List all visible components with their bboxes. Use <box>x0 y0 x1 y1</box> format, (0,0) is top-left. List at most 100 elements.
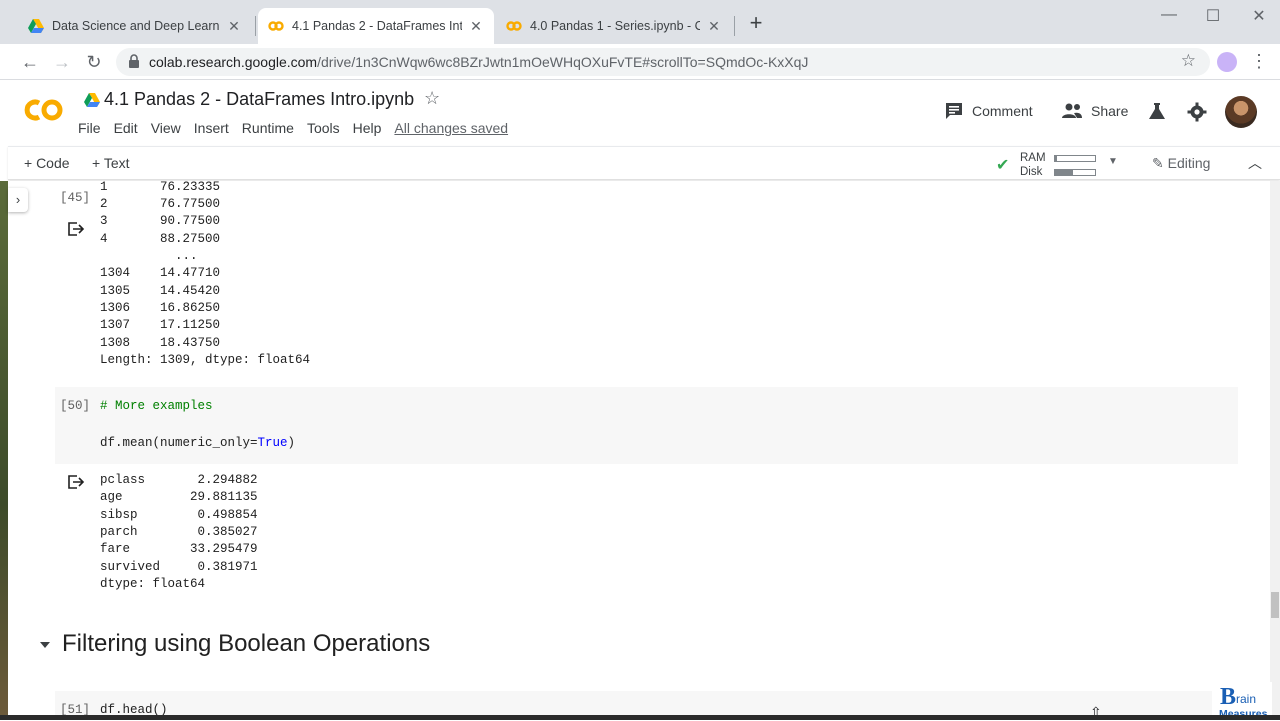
output-line: Length: 1309, dtype: float64 <box>100 353 311 367</box>
code-line[interactable]: df.mean(numeric_only=True) <box>100 436 295 450</box>
output-line: 1305 14.45420 <box>100 284 221 298</box>
url-path: /drive/1n3CnWqw6wc8BZrJwtn1mOeWHqOXuFvTE… <box>317 54 809 70</box>
comment-button[interactable]: Comment <box>944 101 1033 121</box>
menu-view[interactable]: View <box>151 120 181 136</box>
code-keyword: True <box>257 436 288 450</box>
ram-bar <box>1054 155 1096 162</box>
code-text: ) <box>287 436 296 450</box>
editing-label: Editing <box>1167 155 1211 171</box>
avatar[interactable] <box>1225 96 1257 128</box>
ram-bar-fill <box>1055 156 1057 161</box>
code-comment[interactable]: # More examples <box>100 399 213 413</box>
url-text: colab.research.google.com/drive/1n3CnWqw… <box>149 54 808 70</box>
gear-icon[interactable] <box>1187 102 1207 122</box>
bookmark-star-icon[interactable]: ☆ <box>1181 51 1196 71</box>
share-button[interactable]: Share <box>1061 101 1128 121</box>
tab-data-science[interactable]: Data Science and Deep Learning ✕ <box>18 8 252 44</box>
tab-pandas-1[interactable]: 4.0 Pandas 1 - Series.ipynb - Cola ✕ <box>496 8 732 44</box>
execution-count: [50] <box>60 399 91 413</box>
notebook-toolbar: + Code + Text ✔ RAM Disk ▼ ✎ Editing ︿ <box>8 146 1280 180</box>
share-label: Share <box>1091 103 1129 119</box>
close-icon[interactable]: ✕ <box>468 18 484 35</box>
menu-tools[interactable]: Tools <box>307 120 340 136</box>
disk-bar <box>1054 169 1096 176</box>
output-line: 1306 16.86250 <box>100 301 221 315</box>
new-tab-button[interactable]: + <box>744 12 768 36</box>
tab-separator <box>255 16 256 36</box>
collapse-section-icon[interactable] <box>40 642 50 648</box>
colab-icon <box>506 21 522 31</box>
chevron-down-icon[interactable]: ▼ <box>1108 156 1118 167</box>
output-line: 1 76.23335 <box>100 180 221 194</box>
code-text: df.mean(numeric_only= <box>100 436 258 450</box>
output-icon[interactable] <box>67 221 85 237</box>
save-status[interactable]: All changes saved <box>394 120 508 136</box>
disk-bar-fill <box>1055 170 1073 175</box>
address-bar-row: ← → ↻ colab.research.google.com/drive/1n… <box>0 44 1280 80</box>
colab-icon <box>268 21 284 31</box>
svg-text:rain: rain <box>1236 692 1256 706</box>
notebook-title[interactable]: 4.1 Pandas 2 - DataFrames Intro.ipynb <box>104 89 414 110</box>
execution-count: [45] <box>60 191 91 205</box>
comment-label: Comment <box>972 103 1033 119</box>
back-arrow-icon[interactable]: ← <box>18 50 42 74</box>
omnibox[interactable]: colab.research.google.com/drive/1n3CnWqw… <box>116 48 1210 76</box>
ram-disk-indicator[interactable]: ✔ RAM Disk ▼ <box>996 150 1126 178</box>
add-text-button[interactable]: + Text <box>92 155 130 171</box>
maximize-icon[interactable]: ☐ <box>1190 6 1236 28</box>
pencil-icon: ✎ <box>1152 155 1164 171</box>
output-line: parch 0.385027 <box>100 525 258 539</box>
google-drive-icon[interactable] <box>84 93 100 107</box>
scrollbar[interactable] <box>1270 181 1280 720</box>
output-line: pclass 2.294882 <box>100 473 258 487</box>
output-line: 1307 17.11250 <box>100 318 221 332</box>
output-line: 4 88.27500 <box>100 232 221 246</box>
output-line: dtype: float64 <box>100 577 206 591</box>
star-icon[interactable]: ☆ <box>424 88 440 109</box>
menu-insert[interactable]: Insert <box>194 120 229 136</box>
menu-file[interactable]: File <box>78 120 101 136</box>
menu-help[interactable]: Help <box>353 120 382 136</box>
taskbar-edge <box>0 715 1280 720</box>
extension-icon[interactable] <box>1217 52 1237 72</box>
ram-label: RAM <box>1020 152 1046 164</box>
colab-logo[interactable] <box>22 96 64 124</box>
people-icon <box>1062 103 1082 118</box>
output-line: 2 76.77500 <box>100 197 221 211</box>
output-line: age 29.881135 <box>100 490 258 504</box>
close-icon[interactable]: ✕ <box>706 18 722 35</box>
browser-menu-icon[interactable]: ⋮ <box>1250 50 1268 72</box>
chevron-up-icon[interactable]: ︿ <box>1248 153 1262 173</box>
add-code-button[interactable]: + Code <box>24 155 70 171</box>
menu-edit[interactable]: Edit <box>114 120 138 136</box>
menu-runtime[interactable]: Runtime <box>242 120 294 136</box>
scrollbar-thumb[interactable] <box>1271 592 1279 618</box>
section-heading[interactable]: Filtering using Boolean Operations <box>62 630 430 658</box>
editing-mode-button[interactable]: ✎ Editing <box>1152 155 1210 172</box>
desktop-edge <box>0 181 8 720</box>
forward-arrow-icon[interactable]: → <box>50 50 74 74</box>
close-icon[interactable]: ✕ <box>226 18 242 35</box>
output-line: 3 90.77500 <box>100 214 221 228</box>
tab-pandas-2[interactable]: 4.1 Pandas 2 - DataFrames Intro.i ✕ <box>258 8 494 44</box>
menu-bar: File Edit View Insert Runtime Tools Help… <box>78 120 521 136</box>
tab-title: Data Science and Deep Learning <box>52 19 220 33</box>
window-close-icon[interactable]: ✕ <box>1236 6 1280 28</box>
google-drive-icon <box>28 19 44 33</box>
url-host: colab.research.google.com <box>149 54 318 70</box>
flask-icon[interactable] <box>1148 102 1166 120</box>
disk-label: Disk <box>1020 166 1043 178</box>
chevron-right-icon[interactable]: › <box>8 188 28 212</box>
connected-check-icon: ✔ <box>996 157 1010 174</box>
output-icon[interactable] <box>67 474 85 490</box>
minimize-icon[interactable]: — <box>1146 6 1192 28</box>
lock-icon <box>129 54 139 68</box>
reload-icon[interactable]: ↻ <box>82 50 106 74</box>
tab-separator <box>734 16 735 36</box>
svg-text:B: B <box>1220 684 1236 710</box>
output-line: ... <box>100 249 198 263</box>
output-line: 1308 18.43750 <box>100 336 221 350</box>
code-cell[interactable] <box>55 387 1238 464</box>
tab-title: 4.1 Pandas 2 - DataFrames Intro.i <box>292 19 462 33</box>
tab-title: 4.0 Pandas 1 - Series.ipynb - Cola <box>530 19 700 33</box>
